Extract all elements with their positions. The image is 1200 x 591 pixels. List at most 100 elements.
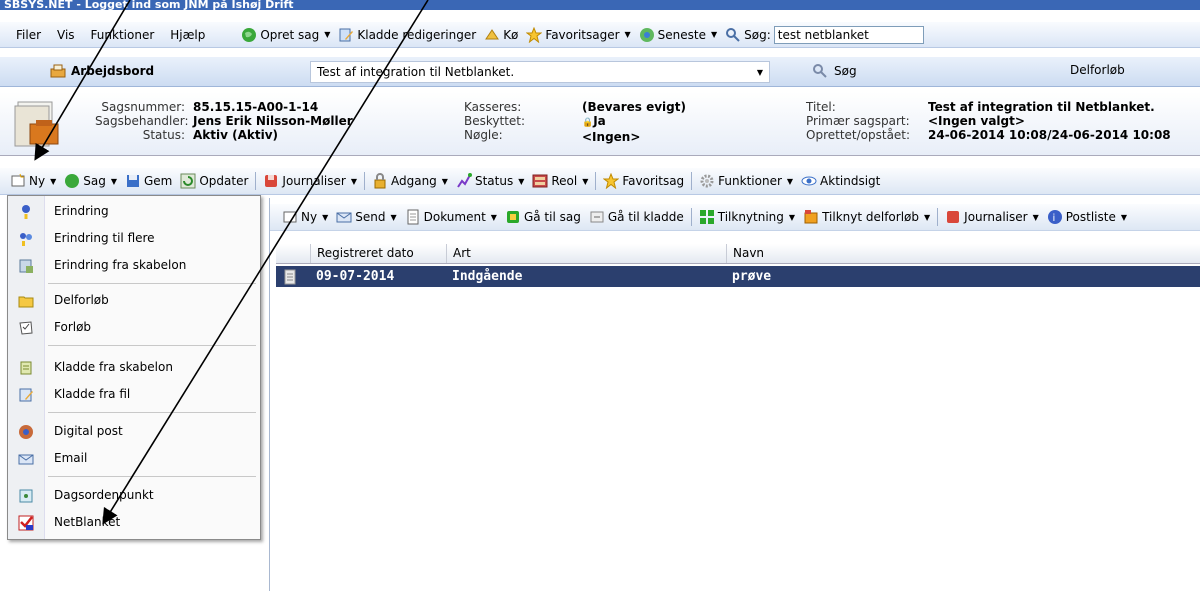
menu-item-digital-post[interactable]: Digital post <box>8 420 260 444</box>
dokument-button[interactable]: Dokument ▼ <box>401 209 501 225</box>
menu-item-kladde-fra-skabelon[interactable]: Kladde fra skabelon <box>8 356 260 380</box>
menu-vis[interactable]: Vis <box>49 28 83 42</box>
tilknytning-button[interactable]: Tilknytning ▼ <box>695 209 799 225</box>
dropdown-arrow-icon[interactable]: ▼ <box>1121 213 1127 222</box>
sag-button[interactable]: Sag ▼ <box>60 173 121 189</box>
toolbar-separator <box>690 208 692 226</box>
sub-ny-button[interactable]: Ny ▼ <box>270 209 332 225</box>
dropdown-arrow-icon[interactable]: ▼ <box>324 30 330 39</box>
dropdown-arrow-icon[interactable]: ▼ <box>442 177 448 186</box>
funktioner-button[interactable]: Funktioner ▼ <box>695 173 797 189</box>
tab-arbejdsbord[interactable]: Arbejdsbord <box>50 63 154 79</box>
ny-button[interactable]: Ny ▼ <box>0 173 60 189</box>
search-icon <box>726 27 740 42</box>
col-navn[interactable]: Navn <box>726 244 1200 263</box>
menu-item-erindring-label: Erindring <box>54 204 109 218</box>
document-row-icon <box>276 269 310 285</box>
menu-item-forloeb[interactable]: Forløb <box>8 316 260 340</box>
seneste-label: Seneste <box>657 27 706 42</box>
menu-item-delforloeb[interactable]: Delforløb <box>8 289 260 313</box>
koe-button[interactable]: Kø <box>480 27 522 43</box>
sagsnummer-value: 85.15.15-A00-1-14 <box>193 100 319 114</box>
beskyttet-value: Ja <box>593 114 606 128</box>
gaa-til-sag-button[interactable]: Gå til sag <box>501 209 585 225</box>
chevron-down-icon[interactable]: ▼ <box>757 68 763 77</box>
dropdown-arrow-icon[interactable]: ▼ <box>491 213 497 222</box>
menu-item-erindring-fra-skabelon[interactable]: Erindring fra skabelon <box>8 254 260 278</box>
ny-label: Ny <box>29 174 46 188</box>
menu-item-email-label: Email <box>54 451 88 465</box>
toolbar-separator <box>595 172 597 190</box>
status-button[interactable]: Status ▼ <box>452 173 528 189</box>
reol-button[interactable]: Reol ▼ <box>528 173 592 189</box>
journal-icon <box>265 175 278 187</box>
table-row[interactable]: 09-07-2014 Indgående prøve <box>276 266 1200 287</box>
menu-item-email[interactable]: Email <box>8 447 260 471</box>
soeg-toolbar: Søg: <box>721 25 928 44</box>
toolbar-separator <box>937 208 939 226</box>
toolbar-separator <box>255 172 257 190</box>
menu-item-dagsordenpunkt-label: Dagsordenpunkt <box>54 488 154 502</box>
send-button[interactable]: Send ▼ <box>332 209 400 225</box>
window-title: SBSYS.NET - Logget ind som JNM på Ishøj … <box>0 0 1200 10</box>
gaa-til-kladde-button[interactable]: Gå til kladde <box>585 209 688 225</box>
tab-soeg[interactable]: Søg <box>812 63 857 79</box>
postliste-button[interactable]: i Postliste ▼ <box>1043 209 1131 225</box>
save-icon <box>126 175 139 187</box>
favoritsager-button[interactable]: Favoritsager ▼ <box>522 26 634 43</box>
refresh-icon <box>180 173 196 189</box>
col-art[interactable]: Art <box>446 244 726 263</box>
tilknyt-delforloeb-button[interactable]: Tilknyt delforløb ▼ <box>799 209 934 225</box>
col-registreret-dato[interactable]: Registreret dato <box>310 244 446 263</box>
menu-filer[interactable]: Filer <box>0 28 49 42</box>
menu-item-netblanket[interactable]: NetBlanket <box>8 511 260 535</box>
gem-button[interactable]: Gem <box>121 173 176 189</box>
sub-journaliser-button[interactable]: Journaliser ▼ <box>941 209 1043 225</box>
oprettet-label: Oprettet/opstået: <box>806 128 911 142</box>
email-icon <box>18 454 34 465</box>
menu-item-erindring-til-flere[interactable]: Erindring til flere <box>8 227 260 251</box>
dropdown-arrow-icon[interactable]: ▼ <box>582 177 588 186</box>
noegle-value: <Ingen> <box>582 130 641 144</box>
kladde-redigeringer-button[interactable]: Kladde redigeringer <box>334 27 480 43</box>
dropdown-arrow-icon[interactable]: ▼ <box>322 213 328 222</box>
sub-ny-label: Ny <box>301 210 318 224</box>
aktindsigt-label: Aktindsigt <box>820 174 881 188</box>
menu-item-erindring[interactable]: Erindring <box>8 200 260 224</box>
case-select[interactable]: Test af integration til Netblanket. ▼ <box>310 61 770 83</box>
dropdown-arrow-icon[interactable]: ▼ <box>789 213 795 222</box>
dropdown-arrow-icon[interactable]: ▼ <box>351 177 357 186</box>
menu-hjaelp[interactable]: Hjælp <box>162 28 213 42</box>
dropdown-arrow-icon[interactable]: ▼ <box>50 177 56 186</box>
dropdown-arrow-icon[interactable]: ▼ <box>625 30 631 39</box>
agenda-icon <box>19 489 33 503</box>
ny-dropdown-menu: Erindring Erindring til flere Erindring … <box>7 195 261 540</box>
seneste-button[interactable]: Seneste ▼ <box>635 27 721 43</box>
dropdown-arrow-icon[interactable]: ▼ <box>1033 213 1039 222</box>
dropdown-arrow-icon[interactable]: ▼ <box>390 213 396 222</box>
opret-sag-label: Opret sag <box>260 27 320 42</box>
journaliser-button[interactable]: Journaliser ▼ <box>259 173 361 189</box>
dropdown-arrow-icon[interactable]: ▼ <box>518 177 524 186</box>
menu-funktioner[interactable]: Funktioner <box>83 28 163 42</box>
tab-soeg-label: Søg <box>834 64 857 78</box>
favoritsager-label: Favoritsager <box>545 27 620 42</box>
star-icon <box>603 173 620 189</box>
dropdown-arrow-icon[interactable]: ▼ <box>711 30 717 39</box>
desk-icon <box>50 64 66 78</box>
search-input[interactable] <box>773 25 924 44</box>
opret-sag-button[interactable]: Opret sag ▼ <box>237 27 334 43</box>
adgang-button[interactable]: Adgang ▼ <box>368 173 452 189</box>
menu-item-dagsordenpunkt[interactable]: Dagsordenpunkt <box>8 484 260 508</box>
dropdown-arrow-icon[interactable]: ▼ <box>924 213 930 222</box>
menu-item-kladde-fra-fil[interactable]: Kladde fra fil <box>8 383 260 407</box>
favoritsag-button[interactable]: Favoritsag <box>599 173 688 189</box>
tab-delforloeb[interactable]: Delforløb <box>1070 63 1125 77</box>
dropdown-arrow-icon[interactable]: ▼ <box>111 177 117 186</box>
opdater-button[interactable]: Opdater <box>176 173 252 189</box>
sagsbehandler-value: Jens Erik Nilsson-Møller <box>193 114 353 128</box>
green-globe-icon <box>242 27 257 42</box>
dropdown-arrow-icon[interactable]: ▼ <box>787 177 793 186</box>
aktindsigt-button[interactable]: Aktindsigt <box>797 173 884 189</box>
menu-item-kladde-fra-skabelon-label: Kladde fra skabelon <box>54 360 173 374</box>
